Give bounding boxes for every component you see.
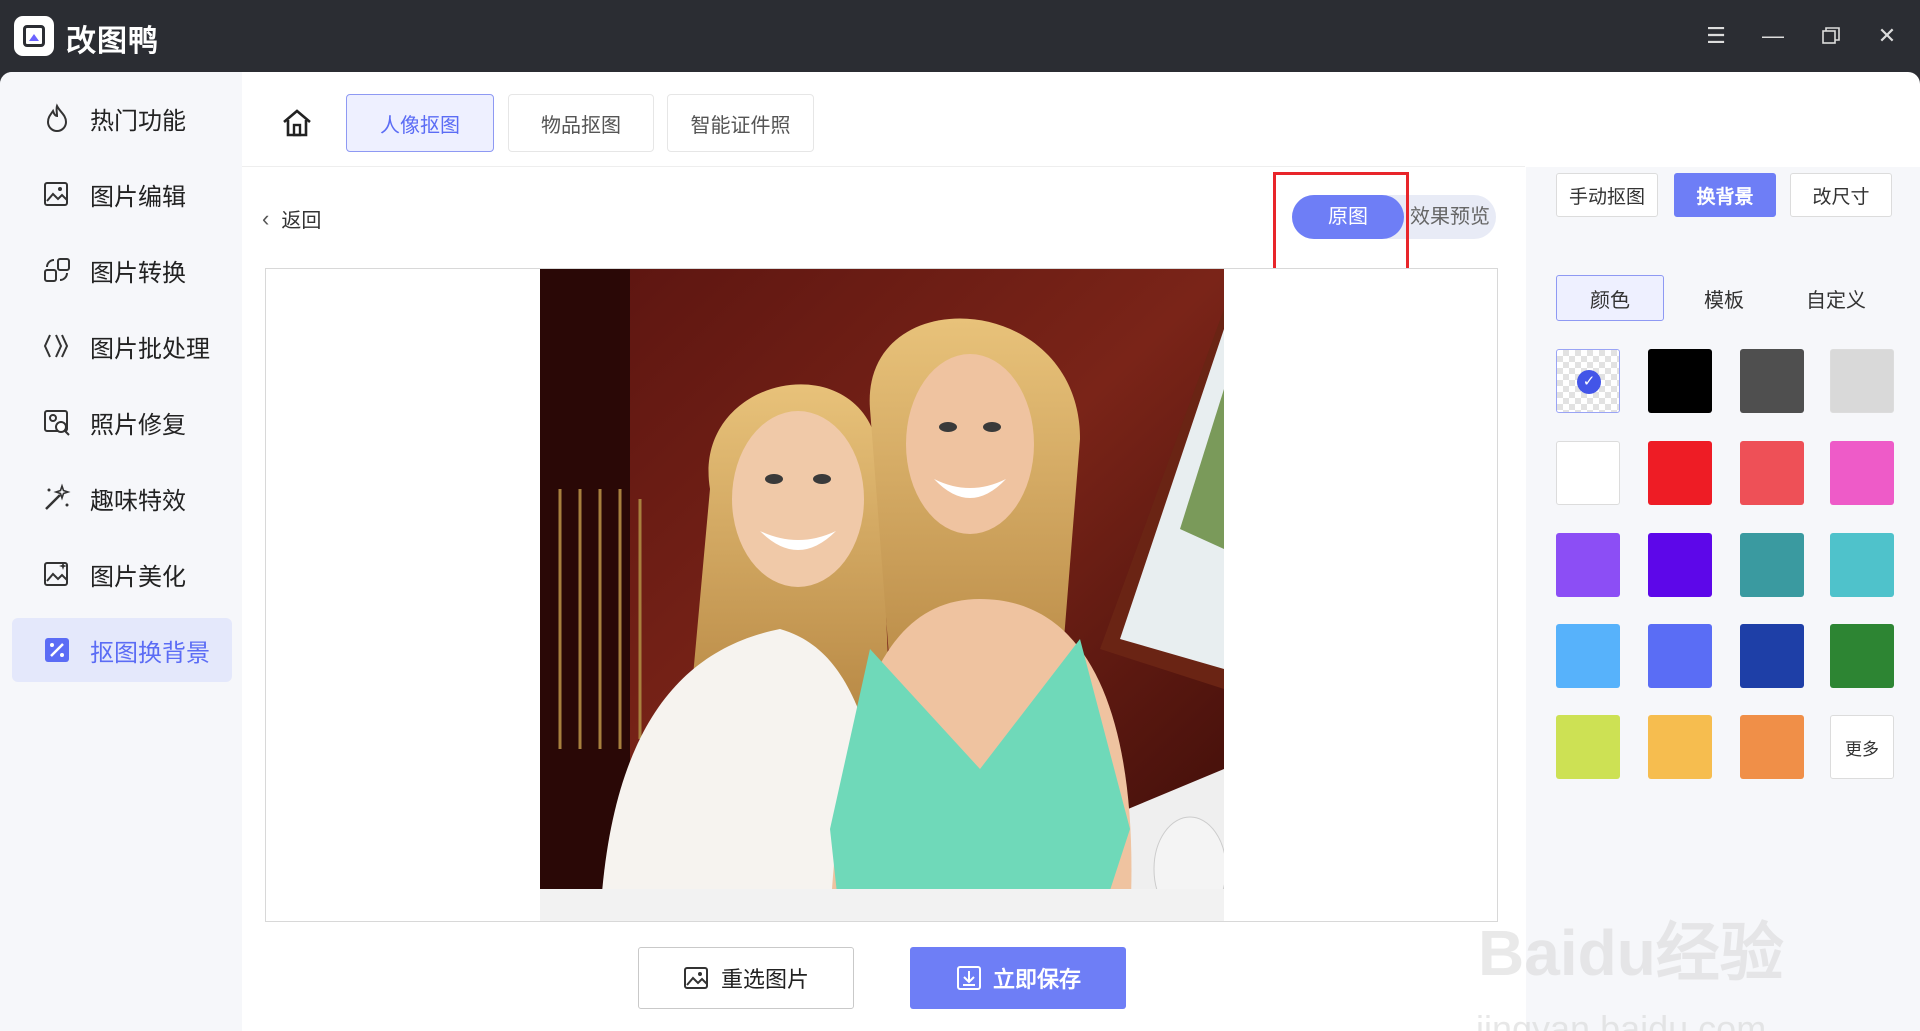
change-background-button[interactable]: 换背景: [1674, 173, 1776, 217]
sidebar-item-cutout[interactable]: 抠图换背景: [12, 618, 232, 682]
back-button[interactable]: ‹ 返回: [262, 204, 321, 233]
save-button[interactable]: 立即保存: [910, 947, 1126, 1009]
swatch-transparent[interactable]: ✓: [1556, 349, 1620, 413]
convert-icon: [40, 253, 74, 287]
sidebar-item-label: 图片美化: [90, 563, 186, 591]
color-swatch[interactable]: [1556, 715, 1620, 779]
sidebar-item-beautify[interactable]: 图片美化: [12, 542, 232, 606]
sidebar-item-label: 热门功能: [90, 107, 186, 135]
subtab-custom[interactable]: 自定义: [1782, 275, 1890, 321]
reselect-image-button[interactable]: 重选图片: [638, 947, 854, 1009]
sidebar: 热门功能 图片编辑 图片转换 图片批处理 照片修复 趣味特效 图片美化 抠图换背…: [0, 72, 242, 1031]
color-swatch[interactable]: [1740, 715, 1804, 779]
color-swatch[interactable]: [1648, 441, 1712, 505]
color-swatch[interactable]: [1648, 624, 1712, 688]
batch-icon: [40, 329, 74, 363]
title-bar: 改图鸭 ☰ — ✕: [0, 0, 1920, 72]
more-colors-button[interactable]: 更多: [1830, 715, 1894, 779]
tab-object-cutout[interactable]: 物品抠图: [508, 94, 654, 152]
sidebar-item-batch[interactable]: 图片批处理: [12, 314, 232, 378]
chevron-left-icon: ‹: [262, 205, 270, 231]
resize-button[interactable]: 改尺寸: [1790, 173, 1892, 217]
watermark: Baidu经验: [1478, 917, 1784, 989]
maximize-icon[interactable]: [1813, 18, 1849, 54]
main-window: 热门功能 图片编辑 图片转换 图片批处理 照片修复 趣味特效 图片美化 抠图换背…: [0, 72, 1920, 1031]
tab-id-photo[interactable]: 智能证件照: [667, 94, 814, 152]
minimize-icon[interactable]: —: [1755, 18, 1791, 54]
highlight-annotation: [1273, 172, 1409, 276]
color-swatch[interactable]: [1556, 533, 1620, 597]
home-icon[interactable]: [280, 106, 320, 146]
sidebar-item-convert[interactable]: 图片转换: [12, 238, 232, 302]
magic-wand-icon: [40, 481, 74, 515]
fire-icon: [40, 101, 74, 135]
sidebar-item-label: 图片转换: [90, 259, 186, 287]
color-swatch[interactable]: [1648, 349, 1712, 413]
check-icon: ✓: [1577, 370, 1601, 394]
sidebar-item-label: 图片编辑: [90, 183, 186, 211]
sidebar-item-label: 趣味特效: [90, 487, 186, 515]
color-swatch[interactable]: [1830, 533, 1894, 597]
color-swatch[interactable]: [1830, 349, 1894, 413]
subtab-color[interactable]: 颜色: [1556, 275, 1664, 321]
image-edit-icon: [40, 177, 74, 211]
sidebar-item-hot[interactable]: 热门功能: [12, 86, 232, 150]
subtab-template[interactable]: 模板: [1670, 275, 1778, 321]
image-icon: [683, 965, 711, 991]
save-label: 立即保存: [992, 967, 1081, 992]
watermark-url: jingyan.baidu.com: [1476, 1008, 1767, 1031]
tab-portrait-cutout[interactable]: 人像抠图: [346, 94, 494, 152]
reselect-label: 重选图片: [720, 967, 809, 992]
sidebar-item-image-edit[interactable]: 图片编辑: [12, 162, 232, 226]
menu-icon[interactable]: ☰: [1698, 18, 1734, 54]
beautify-icon: [40, 557, 74, 591]
app-title: 改图鸭: [66, 25, 159, 58]
color-swatch[interactable]: [1556, 624, 1620, 688]
manual-cutout-button[interactable]: 手动抠图: [1556, 173, 1658, 217]
color-swatch[interactable]: [1740, 441, 1804, 505]
sidebar-item-effects[interactable]: 趣味特效: [12, 466, 232, 530]
color-swatch[interactable]: [1830, 624, 1894, 688]
divider: [242, 166, 1525, 167]
download-icon: [955, 964, 983, 992]
repair-icon: [40, 405, 74, 439]
source-photo: [540, 269, 1224, 921]
app-logo-icon: [14, 16, 54, 56]
color-swatch[interactable]: [1556, 441, 1620, 505]
color-swatch[interactable]: [1740, 533, 1804, 597]
sidebar-item-label: 抠图换背景: [90, 639, 210, 667]
toggle-preview[interactable]: 效果预览: [1404, 195, 1496, 239]
back-label: 返回: [281, 210, 322, 232]
sidebar-item-label: 照片修复: [90, 411, 186, 439]
color-swatch[interactable]: [1830, 441, 1894, 505]
color-swatch[interactable]: [1740, 349, 1804, 413]
sidebar-item-label: 图片批处理: [90, 335, 210, 363]
sidebar-item-repair[interactable]: 照片修复: [12, 390, 232, 454]
color-swatch[interactable]: [1740, 624, 1804, 688]
cutout-icon: [40, 633, 74, 667]
color-swatch[interactable]: [1648, 715, 1712, 779]
close-icon[interactable]: ✕: [1869, 18, 1905, 54]
color-swatch[interactable]: [1648, 533, 1712, 597]
